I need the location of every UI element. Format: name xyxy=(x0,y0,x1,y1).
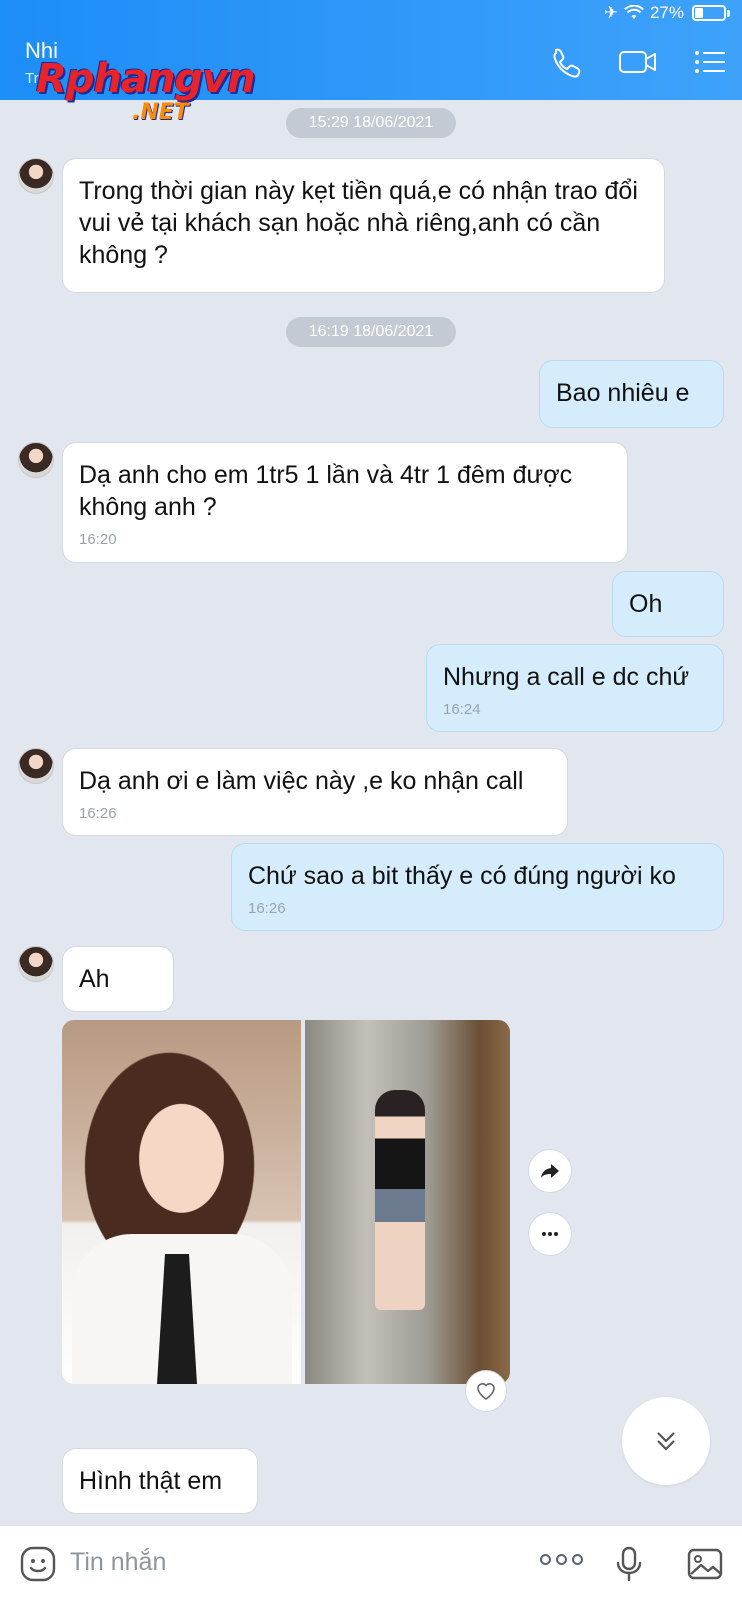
watermark-logo: Rphangvn .NET xyxy=(36,56,266,128)
ellipsis-icon xyxy=(542,1232,558,1236)
list-menu-icon xyxy=(695,51,725,73)
message-text: Trong thời gian này kẹt tiền quá,e có nh… xyxy=(79,177,638,269)
message-time: 16:26 xyxy=(79,805,117,822)
forward-button[interactable] xyxy=(528,1149,572,1193)
react-button[interactable] xyxy=(465,1370,507,1412)
message-input[interactable]: Tin nhắn xyxy=(70,1548,166,1577)
more-options-button[interactable] xyxy=(528,1212,572,1256)
phone-call-button[interactable] xyxy=(546,44,584,80)
image-icon xyxy=(687,1548,723,1580)
date-separator: 15:29 18/06/2021 xyxy=(286,108,456,138)
message-text: Hình thật em xyxy=(79,1467,223,1495)
message-text: Chứ sao a bit thấy e có đúng người ko xyxy=(248,862,676,890)
wifi-icon xyxy=(624,5,644,19)
date-separator: 16:19 18/06/2021 xyxy=(286,317,456,347)
heart-icon xyxy=(477,1383,495,1400)
sticker-button[interactable] xyxy=(18,1544,58,1584)
status-bar: ✈ 27% xyxy=(604,2,730,24)
watermark-domain: .NET xyxy=(132,100,189,125)
airplane-icon: ✈ xyxy=(603,3,618,22)
message-time: 16:24 xyxy=(443,701,481,718)
microphone-icon xyxy=(616,1546,642,1582)
message-bubble[interactable]: Bao nhiêu e xyxy=(539,360,724,428)
message-bubble[interactable]: Dạ anh ơi e làm việc này ,e ko nhận call… xyxy=(62,748,568,836)
message-bubble[interactable]: Trong thời gian này kẹt tiền quá,e có nh… xyxy=(62,158,665,293)
avatar[interactable] xyxy=(18,748,54,784)
message-time: 16:26 xyxy=(248,900,286,917)
avatar[interactable] xyxy=(18,442,54,478)
avatar[interactable] xyxy=(18,158,54,194)
scroll-to-bottom-button[interactable] xyxy=(622,1397,710,1485)
message-text: Nhưng a call e dc chứ xyxy=(443,663,690,691)
message-text: Oh xyxy=(629,590,663,618)
message-bubble[interactable]: Ah xyxy=(62,946,174,1012)
photo-attachment[interactable] xyxy=(62,1020,301,1384)
phone-icon xyxy=(553,48,581,78)
message-bubble[interactable]: Hình thật em xyxy=(62,1448,258,1514)
video-camera-icon xyxy=(619,51,656,73)
message-text: Dạ anh ơi e làm việc này ,e ko nhận call xyxy=(79,767,524,795)
message-input-bar: Tin nhắn xyxy=(0,1525,742,1600)
share-arrow-icon xyxy=(541,1164,559,1178)
battery-percent: 27% xyxy=(649,3,684,22)
battery-icon xyxy=(692,5,726,21)
message-time: 16:20 xyxy=(79,531,117,548)
watermark-text: Rphangvn xyxy=(36,56,256,102)
message-text: Ah xyxy=(79,965,110,993)
message-text: Bao nhiêu e xyxy=(556,379,690,407)
message-bubble[interactable]: Oh xyxy=(612,571,724,637)
avatar[interactable] xyxy=(18,946,54,982)
menu-button[interactable] xyxy=(693,44,727,80)
double-chevron-down-icon xyxy=(657,1432,675,1451)
emoji-icon xyxy=(20,1546,56,1582)
message-bubble[interactable]: Dạ anh cho em 1tr5 1 lần và 4tr 1 đêm đư… xyxy=(62,442,628,563)
voice-message-button[interactable] xyxy=(609,1544,649,1584)
message-bubble[interactable]: Nhưng a call e dc chứ 16:24 xyxy=(426,644,724,732)
message-text: Dạ anh cho em 1tr5 1 lần và 4tr 1 đêm đư… xyxy=(79,461,573,521)
photo-attachment[interactable] xyxy=(305,1020,510,1384)
chat-header: ✈ 27% Nhi Tr Rphangvn .NET xyxy=(0,0,742,125)
video-call-button[interactable] xyxy=(617,44,659,80)
more-actions-button[interactable] xyxy=(540,1554,583,1565)
message-bubble[interactable]: Chứ sao a bit thấy e có đúng người ko 16… xyxy=(231,843,724,931)
gallery-button[interactable] xyxy=(685,1544,725,1584)
